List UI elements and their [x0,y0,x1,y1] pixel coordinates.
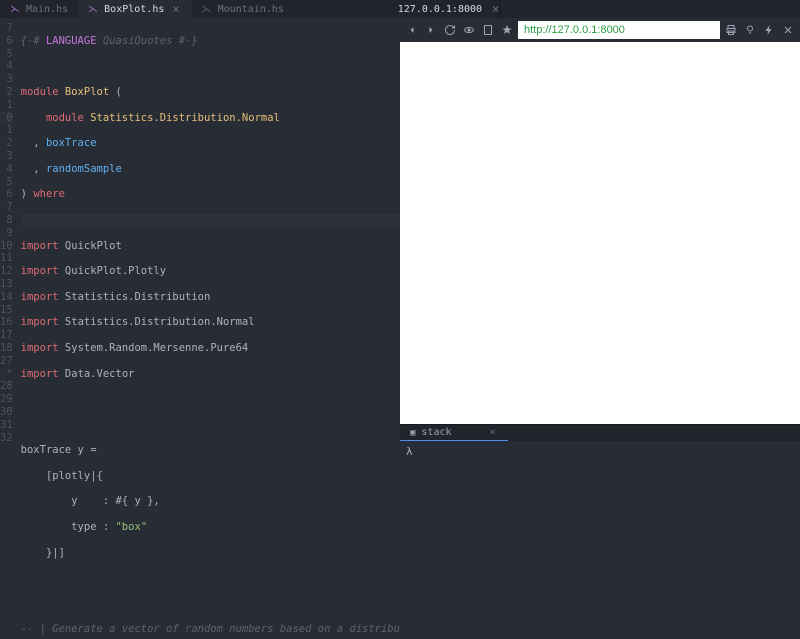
haskell-icon: ⋋ [10,4,20,15]
editor-body[interactable]: 7654321012345678910111213141516171827*28… [0,18,400,639]
browser-viewport[interactable] [400,42,800,424]
forward-icon[interactable] [423,22,439,38]
line-gutter: 7654321012345678910111213141516171827*28… [0,18,21,639]
tab-label: stack [421,427,451,438]
terminal-pane: ▣ stack × λ [400,424,800,639]
terminal-icon: ▣ [410,428,415,438]
print-icon[interactable] [723,22,739,38]
terminal-tabbar: ▣ stack × [400,425,800,441]
browser-tabbar: 127.0.0.1:8000 × [400,0,800,18]
browser-tab[interactable]: 127.0.0.1:8000 × [400,0,500,18]
terminal-tab[interactable]: ▣ stack × [400,425,508,441]
terminal-body[interactable]: λ [400,441,800,639]
star-icon[interactable] [499,22,515,38]
tab-label: BoxPlot.hs [104,4,164,15]
file-icon[interactable] [480,22,496,38]
editor-tab-main[interactable]: ⋋ Main.hs [0,0,78,18]
eye-icon[interactable] [461,22,477,38]
editor-tab-mountain[interactable]: ⋋ Mountain.hs [192,0,294,18]
tab-label: 127.0.0.1:8000 [398,4,482,15]
editor-pane: ⋋ Main.hs ⋋ BoxPlot.hs × ⋋ Mountain.hs 7… [0,0,400,639]
editor-tab-boxplot[interactable]: ⋋ BoxPlot.hs × [78,0,191,18]
bolt-icon[interactable] [761,22,777,38]
haskell-icon: ⋋ [88,4,98,15]
tab-label: Mountain.hs [218,4,284,15]
close-icon[interactable]: × [170,2,181,16]
code-area[interactable]: {-# LANGUAGE QuasiQuotes #-} module BoxP… [21,18,400,639]
app-root: ⋋ Main.hs ⋋ BoxPlot.hs × ⋋ Mountain.hs 7… [0,0,800,639]
back-icon[interactable] [404,22,420,38]
right-pane: 127.0.0.1:8000 × ▣ stack × [400,0,800,639]
close-icon[interactable]: × [490,2,501,16]
editor-tabs: ⋋ Main.hs ⋋ BoxPlot.hs × ⋋ Mountain.hs [0,0,400,18]
haskell-icon: ⋋ [202,4,212,15]
browser-toolbar [400,18,800,42]
terminal-prompt: λ [406,445,413,458]
close-icon[interactable]: × [488,427,498,438]
url-input[interactable] [518,21,720,39]
tab-label: Main.hs [26,4,68,15]
bulb-icon[interactable] [742,22,758,38]
tools-icon[interactable] [780,22,796,38]
reload-icon[interactable] [442,22,458,38]
